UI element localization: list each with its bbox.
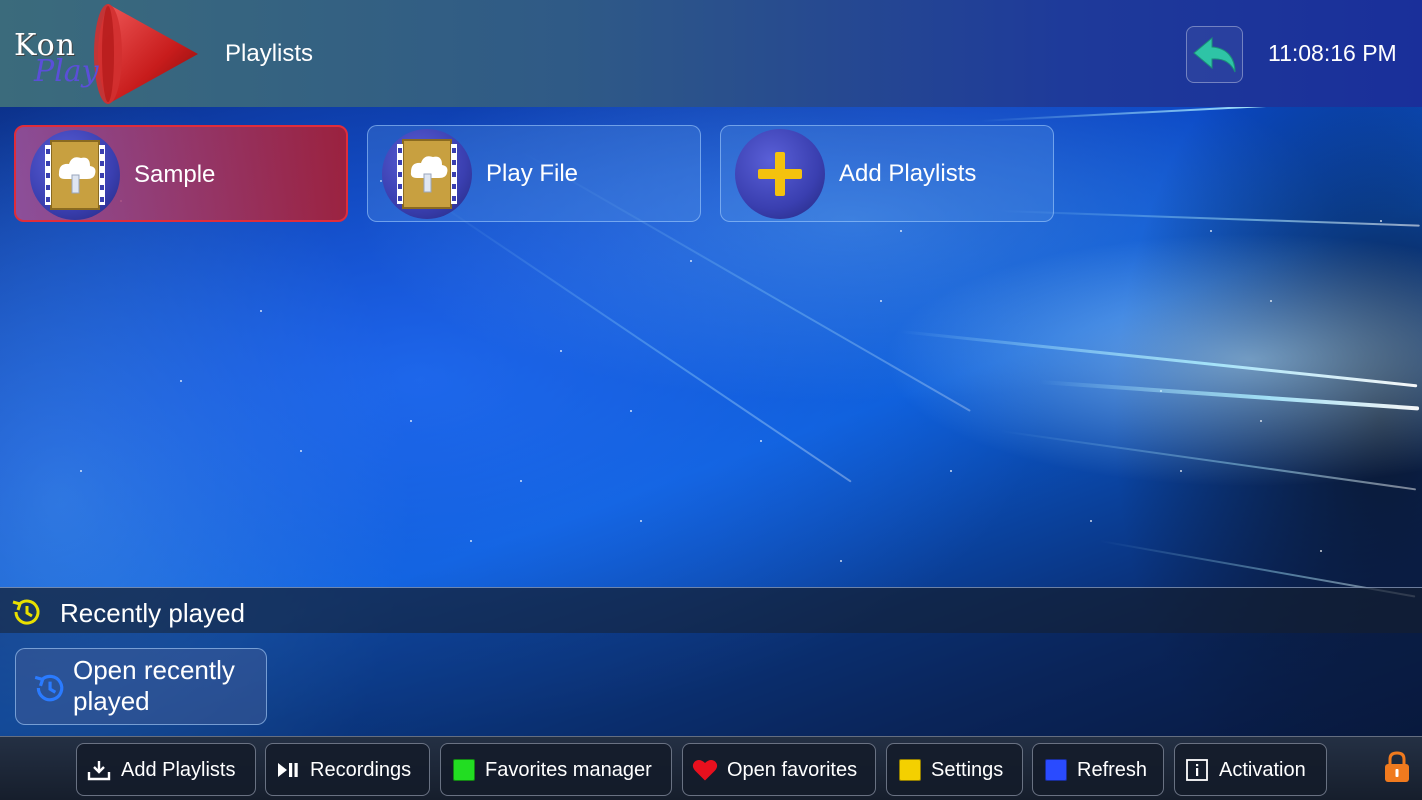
playlist-file-icon: [30, 130, 120, 220]
refresh-button[interactable]: Refresh: [1032, 743, 1164, 796]
star: [630, 410, 632, 412]
star: [410, 420, 412, 422]
star: [470, 540, 472, 542]
star: [690, 260, 692, 262]
toolbar-label: Refresh: [1077, 759, 1148, 781]
recently-played-header: Recently played: [0, 587, 1422, 633]
playlist-tile-sample[interactable]: Sample: [14, 125, 348, 222]
star: [1210, 230, 1212, 232]
bottom-toolbar: Add Playlists Recordings Favorites manag…: [0, 736, 1422, 800]
toolbar-label: Favorites manager: [485, 759, 652, 781]
add-playlists-button[interactable]: Add Playlists: [76, 743, 256, 796]
back-arrow-icon: [1192, 36, 1235, 72]
back-button[interactable]: [1186, 26, 1243, 83]
star: [1090, 520, 1092, 522]
star: [880, 300, 882, 302]
page-title: Playlists: [225, 40, 314, 67]
star: [260, 310, 262, 312]
background-streak: [999, 210, 1420, 227]
playlist-tile-label: Sample: [134, 161, 216, 188]
star: [300, 450, 302, 452]
open-recently-played-button[interactable]: Open recently played: [15, 648, 267, 725]
background-streak: [1039, 380, 1420, 411]
clock: 11:08:16 PM: [1268, 40, 1397, 66]
lock-icon[interactable]: [1382, 750, 1412, 784]
playlist-tile-label: Play File: [486, 160, 579, 187]
logo-text-bottom: Play: [34, 54, 99, 89]
playlist-tile-play-file[interactable]: Play File: [367, 125, 701, 222]
recently-played-title: Recently played: [60, 598, 245, 628]
header-bar: Kon Play Playlists 11:08:16 PM: [0, 0, 1422, 107]
heart-icon: [692, 760, 718, 781]
open-recently-played-label: Open recently played: [73, 655, 235, 716]
toolbar-label: Open favorites: [727, 759, 858, 781]
open-favorites-button[interactable]: Open favorites: [682, 743, 876, 796]
history-icon: [34, 674, 64, 702]
star: [1320, 550, 1322, 552]
activation-button[interactable]: Activation: [1174, 743, 1327, 796]
settings-button[interactable]: Settings: [886, 743, 1023, 796]
blue-key-icon: [1045, 759, 1067, 781]
background-streak: [999, 430, 1417, 491]
background-streak: [419, 190, 852, 483]
green-key-icon: [453, 759, 475, 781]
toolbar-label: Recordings: [310, 759, 412, 781]
play-pause-icon: [278, 763, 298, 777]
app-logo: Kon Play: [8, 2, 204, 106]
star: [950, 470, 952, 472]
star: [640, 520, 642, 522]
star: [560, 350, 562, 352]
star: [840, 560, 842, 562]
star: [1180, 470, 1182, 472]
star: [520, 480, 522, 482]
yellow-key-icon: [899, 759, 921, 781]
toolbar-label: Add Playlists: [121, 759, 236, 781]
download-tray-icon: [87, 761, 111, 781]
star: [900, 230, 902, 232]
star: [1270, 300, 1272, 302]
toolbar-label: Activation: [1219, 759, 1306, 781]
playlist-file-icon: [382, 129, 472, 219]
star: [1260, 420, 1262, 422]
playlist-tile-label: Add Playlists: [839, 160, 977, 187]
favorites-manager-button[interactable]: Favorites manager: [440, 743, 672, 796]
background-streak: [899, 330, 1418, 388]
star: [80, 470, 82, 472]
plus-icon: [735, 129, 825, 219]
recordings-button[interactable]: Recordings: [265, 743, 430, 796]
history-icon: [12, 599, 40, 625]
star: [180, 380, 182, 382]
playlist-tile-add-playlists[interactable]: Add Playlists: [720, 125, 1054, 222]
toolbar-label: Settings: [931, 759, 1004, 781]
star: [760, 440, 762, 442]
star: [1380, 220, 1382, 222]
info-icon: [1186, 759, 1208, 781]
